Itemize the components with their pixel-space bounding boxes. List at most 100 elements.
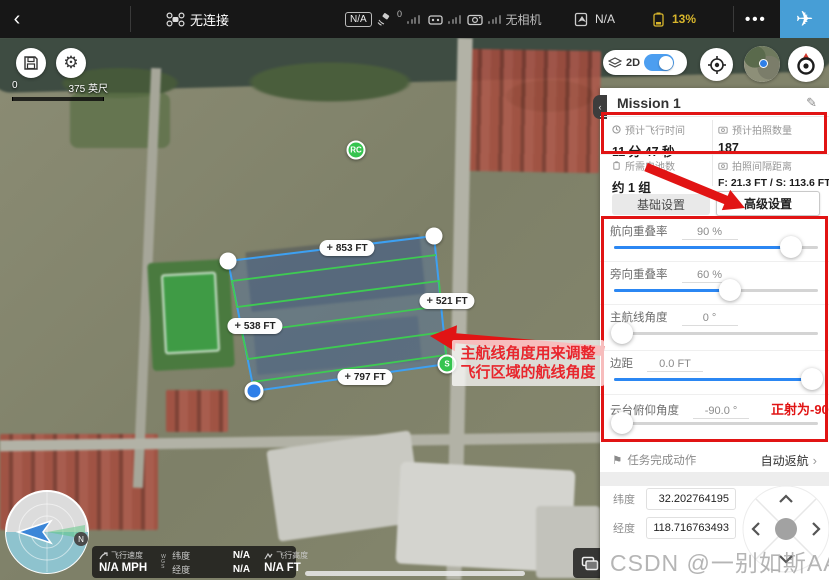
edge-length-value: 538 FT: [244, 321, 276, 332]
tab-basic-settings[interactable]: 基础设置: [612, 194, 710, 215]
map-2d-label: 2D: [626, 57, 640, 69]
divider: [130, 6, 131, 32]
slider-thumb[interactable]: [611, 322, 633, 344]
tab-label: 基础设置: [637, 196, 685, 213]
speed-icon: [99, 552, 108, 560]
scale-distance: 375 英尺: [69, 80, 108, 95]
aircraft-battery-status[interactable]: 13%: [652, 0, 696, 38]
drag-cross-icon: +: [234, 320, 240, 332]
vertex-handle[interactable]: [220, 253, 237, 270]
edge-length-label-top[interactable]: +853 FT: [319, 240, 374, 256]
locate-me-button[interactable]: [700, 48, 733, 81]
stat-photo-interval: 拍照间隔距离 F: 21.3 FT / S: 113.6 FT: [718, 158, 829, 189]
altitude-label: 飞行高度: [276, 550, 308, 561]
minimap-button[interactable]: [744, 46, 780, 82]
tab-label: 高级设置: [744, 195, 792, 212]
slider-thumb[interactable]: [801, 368, 823, 390]
rc-battery-status[interactable]: N/A: [574, 0, 615, 38]
compass-reset-button[interactable]: [788, 46, 824, 82]
vertex-handle[interactable]: [426, 228, 443, 245]
save-icon: [23, 55, 39, 71]
slider-row-gimbal-pitch: 云台俯仰角度-90.0 °正射为-90°: [600, 394, 829, 436]
dpad-center-knob[interactable]: [775, 518, 797, 540]
mission-area-polygon[interactable]: [228, 236, 447, 391]
more-menu-button[interactable]: •••: [745, 0, 767, 38]
compass-icon: [792, 50, 820, 78]
aircraft-connection-status[interactable]: 无连接: [166, 0, 229, 38]
slider-track[interactable]: [614, 289, 818, 292]
rc-signal[interactable]: [428, 0, 461, 38]
save-mission-button[interactable]: [16, 48, 46, 78]
speed-label: 飞行速度: [111, 550, 143, 561]
action-label: 任务完成动作: [627, 452, 696, 468]
edge-length-label-right[interactable]: +521 FT: [419, 293, 474, 309]
gps-status[interactable]: 0: [376, 0, 420, 38]
mission-finish-action-row[interactable]: ⚑任务完成动作 自动返航 ›: [600, 448, 829, 472]
slider-row-course-overlap: 航向重叠率90 %: [600, 219, 829, 261]
north-indicator: N: [78, 535, 84, 544]
battery-small-icon: [612, 161, 621, 170]
takeoff-button[interactable]: ✈: [780, 0, 829, 38]
rc-signal-bars: [448, 14, 461, 24]
camera-signal[interactable]: 无相机: [467, 0, 542, 38]
lng-label: 经度: [172, 563, 190, 576]
battery-icon: [652, 12, 667, 27]
collapse-chevron-icon: ‹: [599, 102, 602, 112]
app-screen: S RC +853 FT +521 FT +538 FT +797 FT ⚙ 0…: [0, 0, 829, 580]
latitude-row: 纬度: [613, 488, 736, 510]
slider-value-field[interactable]: -90.0 °: [693, 405, 749, 419]
stat-label: 预计拍照数量: [732, 122, 792, 137]
slider-row-side-overlap: 旁向重叠率60 %: [600, 261, 829, 303]
longitude-input[interactable]: [646, 517, 736, 539]
top-status-bar: ‹ 无连接 N/A 0 无相机 N/A 13% •••: [0, 0, 829, 38]
stat-value: F: 21.3 FT / S: 113.6 FT: [718, 177, 829, 189]
camera-status-label: 无相机: [506, 11, 542, 28]
annotation-note: 主航线角度用来调整 飞行区域的航线角度: [452, 340, 604, 386]
settings-button[interactable]: ⚙: [56, 48, 86, 78]
lng-value: N/A: [233, 564, 250, 575]
map-2d-toggle[interactable]: [644, 54, 674, 71]
stat-label: 所需电池数: [625, 158, 675, 173]
back-button[interactable]: ‹: [0, 0, 34, 38]
slider-track[interactable]: [614, 246, 818, 249]
scale-zero: 0: [12, 80, 18, 95]
slider-value-field[interactable]: 0.0 FT: [647, 358, 703, 372]
gps-satellite-count: 0: [397, 9, 402, 19]
edge-length-value: 797 FT: [354, 372, 386, 383]
slider-thumb[interactable]: [780, 236, 802, 258]
slider-thumb[interactable]: [719, 279, 741, 301]
flight-mode-indicator: N/A: [345, 0, 372, 38]
slider-label: 旁向重叠率: [610, 266, 668, 282]
rc-marker-label: RC: [350, 146, 362, 155]
stat-photo-count: 预计拍照数量 187: [718, 122, 792, 155]
altitude-icon: [264, 552, 273, 560]
stat-batteries-needed: 所需电池数 约 1 组: [612, 158, 675, 196]
map-scale: 0 375 英尺: [12, 80, 108, 101]
vertex-handle-selected[interactable]: [245, 382, 264, 401]
wgs-label: WGS: [161, 555, 168, 570]
latitude-input[interactable]: [646, 488, 736, 510]
slider-track[interactable]: [614, 378, 818, 381]
edit-mission-name-button[interactable]: ✎: [806, 95, 817, 111]
slider-value-field[interactable]: 90 %: [682, 226, 738, 240]
slider-value-field[interactable]: 0 °: [682, 312, 738, 326]
mission-title: Mission 1: [617, 95, 681, 111]
action-value: 自动返航: [761, 452, 809, 469]
lat-label: 纬度: [172, 549, 190, 562]
back-chevron-icon: ‹: [14, 8, 21, 31]
slider-track[interactable]: [614, 332, 818, 335]
map-mode-pill: 2D: [603, 50, 687, 75]
crosshair-icon: [707, 55, 727, 75]
mission-settings-panel: ‹ Mission 1 ✎ 预计飞行时间 11 分 47 秒 预计拍照数量 18…: [600, 88, 829, 580]
slider-track[interactable]: [614, 422, 818, 425]
rc-battery-value: N/A: [595, 12, 615, 26]
rc-location-marker: RC: [347, 141, 366, 160]
connection-status-label: 无连接: [190, 10, 229, 29]
slider-thumb[interactable]: [611, 412, 633, 434]
slider-row-margin: 边距0.0 FT: [600, 350, 829, 392]
edge-length-label-bottom[interactable]: +797 FT: [337, 369, 392, 385]
edge-length-label-left[interactable]: +538 FT: [227, 318, 282, 334]
tab-advanced-settings[interactable]: 高级设置: [716, 191, 820, 216]
chevron-right-icon: ›: [813, 453, 817, 468]
telemetry-coords: WGS 纬度N/A 经度N/A: [154, 549, 257, 576]
